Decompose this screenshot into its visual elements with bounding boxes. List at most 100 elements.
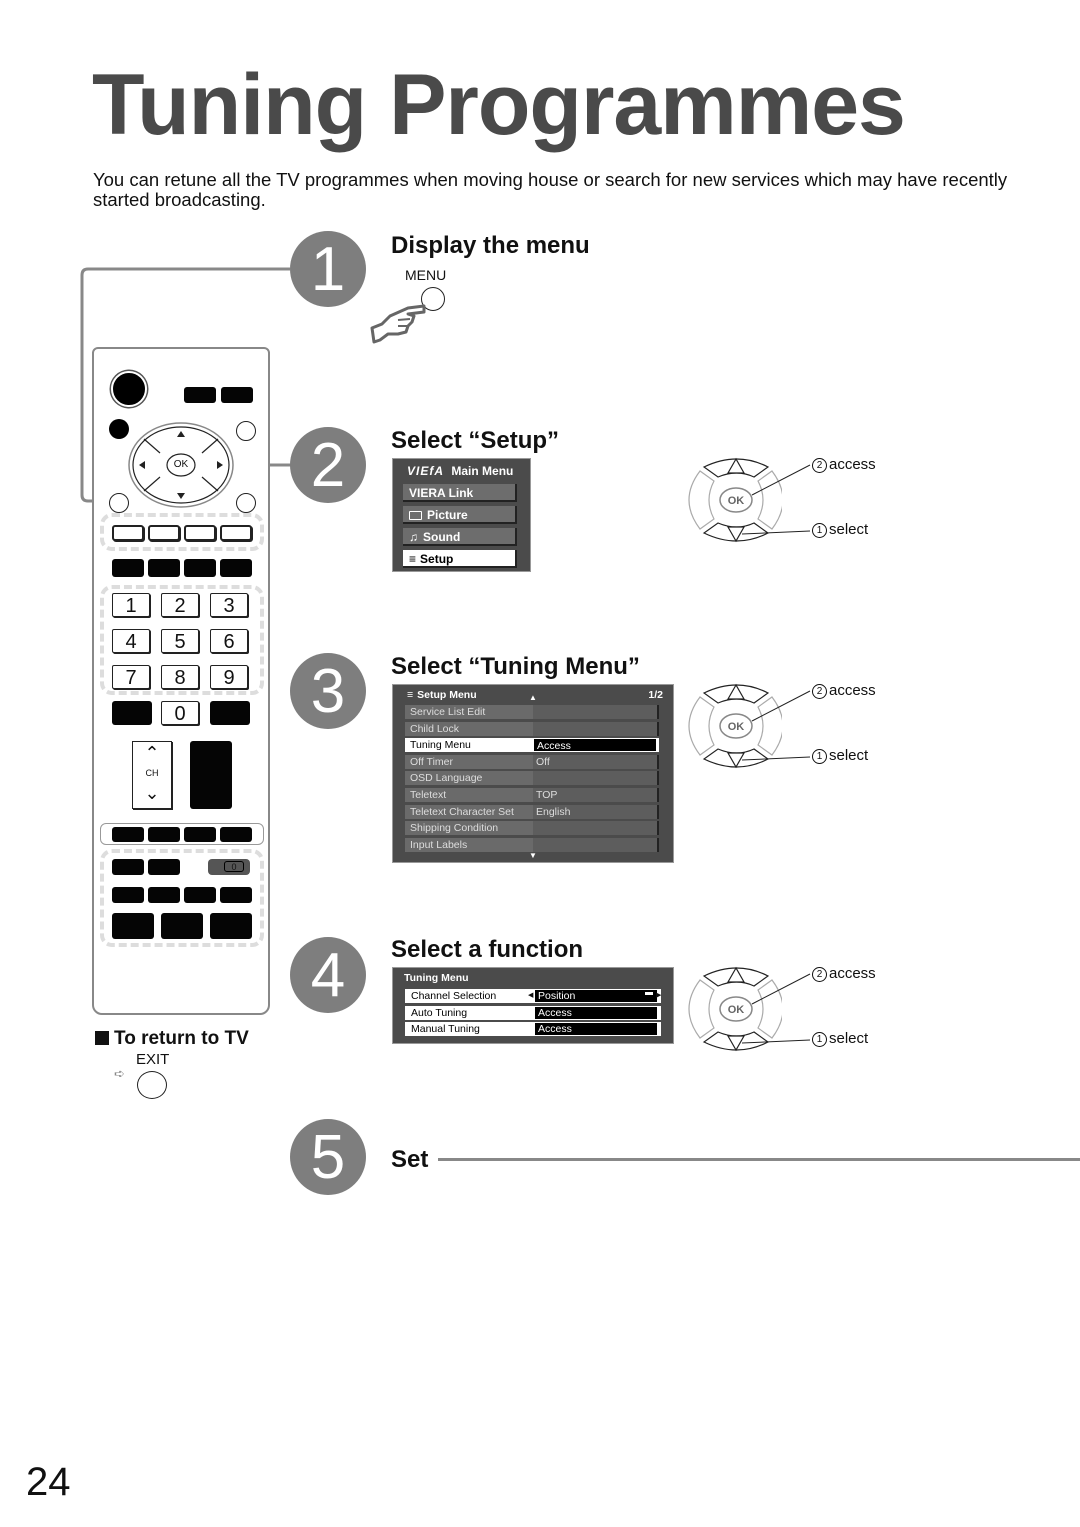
tuning-row-auto-tuning[interactable]: Auto Tuning Access [405,1006,661,1020]
row-label: Teletext Character Set [405,804,533,819]
setup-menu-row[interactable]: Off Timer Off [405,754,661,769]
row-label: Channel Selection [411,990,497,1002]
volume-rocker[interactable] [190,741,232,809]
digit-button-4[interactable]: 4 [112,629,150,653]
channel-down-icon[interactable]: ⌄ [133,782,171,804]
remote-button[interactable] [210,913,252,939]
tuning-row-channel-selection[interactable]: Channel Selection ◀ Position ▶ [405,989,661,1003]
remote-button[interactable] [112,701,152,725]
digit-button-3[interactable]: 3 [210,593,248,617]
remote-button[interactable] [148,859,180,875]
digit-button-6[interactable]: 6 [210,629,248,653]
remote-button[interactable] [221,387,253,403]
digit-button-7[interactable]: 7 [112,665,150,689]
row-value: English [533,804,659,819]
remote-button[interactable] [184,887,216,903]
remote-button[interactable] [184,559,216,577]
menu-item-setup[interactable]: ≡ Setup [403,550,517,568]
setup-menu-row[interactable]: Input Labels [405,837,661,852]
ok-button-label: OK [173,459,189,470]
remote-button[interactable] [236,421,256,441]
step-2-title: Select “Setup” [391,427,560,454]
remote-button[interactable] [148,827,180,842]
power-button[interactable] [111,371,147,407]
menu-item-label: Picture [427,508,468,522]
row-label: Teletext [405,788,533,802]
remote-button[interactable] [220,887,252,903]
channel-rocker[interactable]: ⌃ CH ⌄ [132,741,172,809]
remote-button[interactable] [148,559,180,577]
setup-menu-row[interactable]: OSD Language [405,771,661,786]
callout-lines [742,690,811,761]
menu-button-label: MENU [405,267,447,283]
setup-menu-row[interactable]: Service List Edit [405,705,661,719]
remote-button[interactable] [112,559,144,577]
setup-menu-osd: ≡ Setup Menu ▲ 1/2 Service List Edit Child… [392,684,674,863]
row-label: Child Lock [405,721,533,736]
remote-button[interactable] [112,887,144,903]
step-num-badge: 2 [812,458,827,473]
return-to-tv-heading: To return to TV [95,1028,249,1050]
digit-button-1[interactable]: 1 [112,593,150,617]
tuning-row-manual-tuning[interactable]: Manual Tuning Access [405,1022,661,1036]
remote-button[interactable] [184,525,216,541]
digit-button-5[interactable]: 5 [161,629,199,653]
select-annotation: 1 select [812,1030,868,1047]
exit-button-label: EXIT [136,1051,170,1068]
access-annotation: 2 access [812,965,876,982]
digit-button-2[interactable]: 2 [161,593,199,617]
select-label: select [829,521,869,538]
remote-button[interactable] [148,887,180,903]
exit-button[interactable] [137,1071,167,1099]
remote-button[interactable] [220,559,252,577]
access-label: access [829,456,876,473]
setup-menu-row[interactable]: Tuning Menu Access [405,738,661,753]
remote-button[interactable] [220,525,252,541]
page-indicator: 1/2 [648,689,663,701]
scroll-up-icon[interactable]: ▲ [529,693,537,702]
arrow-right-icon[interactable]: ▶ [656,989,661,1003]
access-annotation: 2 access [812,456,876,473]
select-annotation: 1 select [812,521,868,538]
digit-button-8[interactable]: 8 [161,665,199,689]
setup-menu-row[interactable]: Teletext Character Set English [405,804,661,819]
remote-button[interactable] [112,525,144,541]
tuning-menu-title: Tuning Menu [404,972,469,984]
remote-button[interactable] [210,701,250,725]
remote-button[interactable] [112,859,144,875]
remote-button[interactable] [112,913,154,939]
scroll-down-icon[interactable]: ▼ [529,851,537,860]
menu-item-viera-link[interactable]: VIERA Link [403,484,517,502]
remote-button[interactable]: 0 [208,859,250,875]
setup-menu-row[interactable]: Teletext TOP [405,788,661,802]
navpad-diagram-step3: OK 2 access 1 select [682,681,882,771]
callout-lines [742,973,811,1044]
remote-button[interactable] [184,387,216,403]
music-note-icon: ♫ [409,530,418,544]
remote-button[interactable] [109,493,129,513]
setup-menu-row[interactable]: Shipping Condition [405,821,661,836]
row-label: Off Timer [405,754,533,769]
remote-button[interactable] [236,493,256,513]
remote-button[interactable] [220,827,252,842]
navpad-diagram-step4: OK 2 access 1 select [682,964,882,1054]
digit-button-0[interactable]: 0 [161,701,199,725]
step-num-badge: 1 [812,749,827,764]
access-annotation: 2 access [812,682,876,699]
step-3-circle: 3 [290,653,366,729]
page-number: 24 [26,1460,71,1504]
menu-item-sound[interactable]: ♫ Sound [403,528,517,546]
arrow-left-icon[interactable]: ◀ [528,989,533,1003]
row-label: OSD Language [405,771,533,786]
menu-item-label: Sound [423,530,461,544]
remote-button[interactable] [184,827,216,842]
setup-menu-row[interactable]: Child Lock [405,721,661,736]
remote-button[interactable] [161,913,203,939]
remote-button[interactable] [112,827,144,842]
digit-button-9[interactable]: 9 [210,665,248,689]
row-value: Access [533,738,659,753]
access-label: access [829,682,876,699]
channel-up-icon[interactable]: ⌃ [133,742,171,764]
remote-button[interactable] [148,525,180,541]
menu-item-picture[interactable]: Picture [403,506,517,524]
